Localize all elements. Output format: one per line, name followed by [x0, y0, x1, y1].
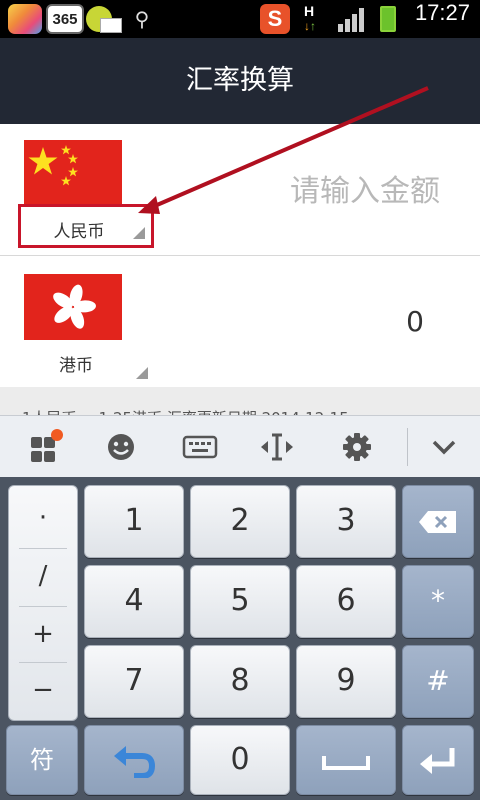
key-6[interactable]: 6 — [296, 565, 396, 638]
symbol-key-dot[interactable]: · — [9, 490, 77, 546]
key-4[interactable]: 4 — [84, 565, 184, 638]
key-1[interactable]: 1 — [84, 485, 184, 558]
key-7[interactable]: 7 — [84, 645, 184, 718]
usb-icon: ⚲ — [134, 7, 150, 31]
hong-kong-flag-icon[interactable] — [24, 274, 122, 340]
apps-grid-icon[interactable] — [27, 429, 63, 465]
chevron-down-icon[interactable] — [426, 429, 462, 465]
symbol-column: · / + − — [8, 485, 78, 721]
from-currency-name: 人民币 — [53, 222, 105, 242]
symbol-key-minus[interactable]: − — [9, 662, 77, 718]
rate-info-strip: 1人民币 = 1.25港币 汇率更新日期 2014-12-15 — [0, 387, 480, 415]
data-arrows-icon: H ↓↑ — [304, 3, 316, 33]
dropdown-triangle-icon — [136, 367, 148, 379]
to-currency-name: 港币 — [59, 356, 93, 376]
return-key[interactable] — [84, 725, 184, 795]
network-type: H — [304, 3, 315, 19]
settings-gear-icon[interactable] — [339, 429, 375, 465]
header-bar: 汇率换算 — [0, 38, 480, 124]
mail-icon — [100, 18, 122, 33]
symbol-key-slash[interactable]: / — [9, 548, 77, 604]
hash-key[interactable]: # — [402, 645, 474, 718]
backspace-icon — [419, 511, 456, 533]
asterisk-key[interactable]: * — [402, 565, 474, 638]
key-5[interactable]: 5 — [190, 565, 290, 638]
dropdown-triangle-icon — [133, 227, 145, 239]
keyboard-icon[interactable] — [182, 429, 218, 465]
china-flag-icon[interactable] — [24, 140, 122, 206]
emoji-icon[interactable] — [103, 429, 139, 465]
page-title: 汇率换算 — [186, 65, 294, 96]
toolbar-divider — [407, 428, 408, 466]
key-9[interactable]: 9 — [296, 645, 396, 718]
to-currency-row: 港币 0 — [0, 257, 480, 387]
cursor-move-icon[interactable] — [259, 429, 295, 465]
clock: 17:27 — [414, 0, 470, 25]
from-currency-selector[interactable]: 人民币 — [18, 204, 154, 248]
return-icon — [114, 746, 156, 779]
amount-input[interactable] — [210, 166, 440, 216]
numeric-keyboard: · / + − 1 2 3 4 5 6 7 8 9 * # 符 0 — [0, 477, 480, 800]
converted-amount: 0 — [406, 305, 424, 338]
enter-key[interactable] — [402, 725, 474, 795]
key-8[interactable]: 8 — [190, 645, 290, 718]
key-3[interactable]: 3 — [296, 485, 396, 558]
battery-charging-icon — [380, 6, 396, 32]
keyboard-toolbar — [0, 415, 480, 477]
from-currency-row: 人民币 — [0, 124, 480, 256]
space-icon — [322, 756, 370, 770]
enter-icon — [420, 748, 455, 774]
365-app-icon: 365 — [46, 4, 84, 34]
symbol-key-plus[interactable]: + — [9, 606, 77, 662]
rate-info-text: 1人民币 = 1.25港币 汇率更新日期 2014-12-15 — [22, 407, 349, 415]
backspace-key[interactable] — [402, 485, 474, 558]
sogou-icon: S — [260, 4, 290, 34]
key-2[interactable]: 2 — [190, 485, 290, 558]
symbols-key[interactable]: 符 — [6, 725, 78, 795]
signal-icon — [338, 8, 366, 32]
status-bar: 365 ⚲ S H ↓↑ 17:27 — [0, 0, 480, 38]
key-0[interactable]: 0 — [190, 725, 290, 795]
app-icon — [8, 4, 42, 34]
space-key[interactable] — [296, 725, 396, 795]
to-currency-selector[interactable]: 港币 — [18, 341, 154, 385]
